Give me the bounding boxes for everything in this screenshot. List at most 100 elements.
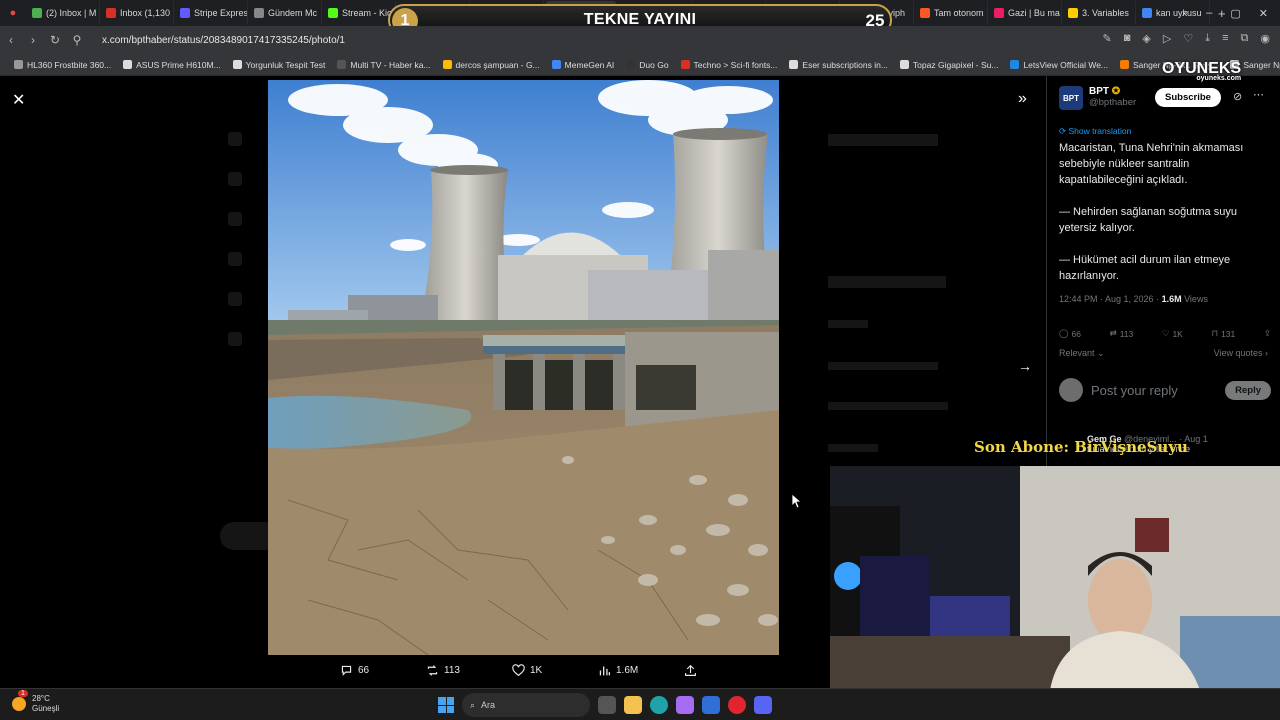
reply-icon [341, 665, 352, 676]
tab-favicon-icon [328, 8, 338, 18]
opera-icon[interactable] [728, 696, 746, 714]
bookmark-item[interactable]: MemeGen AI [546, 60, 621, 70]
menu-icon[interactable]: ≡ [1222, 32, 1228, 45]
like-button[interactable]: ♡ 1K [1162, 328, 1183, 339]
bookmark-favicon-icon [123, 60, 133, 69]
browser-tab[interactable]: Gündem Mc [248, 1, 322, 25]
media-views-button[interactable]: 1.6M [598, 664, 684, 677]
bookmark-item[interactable]: HL360 Frostbite 360... [8, 60, 117, 70]
browser-tab[interactable]: Stripe Expres [174, 1, 248, 25]
bookmark-item[interactable]: Topaz Gigapixel - Su... [894, 60, 1005, 70]
collapse-panel-icon[interactable]: » [1018, 90, 1027, 108]
browser-tab[interactable]: Tam otonom [914, 1, 988, 25]
task-view-icon[interactable] [598, 696, 616, 714]
user-avatar[interactable] [1059, 378, 1083, 402]
media-share-button[interactable] [684, 664, 770, 677]
bookmark-item[interactable]: ASUS Prime H610M... [117, 60, 227, 70]
sort-replies-dropdown[interactable]: Relevant ⌄ [1059, 348, 1105, 359]
profile-icon[interactable]: ◉ [1260, 32, 1270, 45]
bookmark-favicon-icon [626, 60, 636, 69]
bookmark-favicon-icon [680, 60, 690, 69]
copilot-icon[interactable] [676, 696, 694, 714]
bookmark-item[interactable]: Eser subscriptions in... [783, 60, 894, 70]
bookmark-favicon-icon [789, 60, 799, 69]
notification-badge: 1 [18, 690, 28, 697]
author-name[interactable]: BPT [1089, 86, 1109, 97]
sun-icon [12, 697, 26, 711]
shield-icon[interactable]: ◈ [1142, 32, 1150, 45]
forward-icon[interactable]: › [22, 33, 44, 47]
next-image-icon[interactable]: → [1018, 358, 1032, 374]
author-avatar[interactable]: BPT [1059, 86, 1083, 110]
bookmark-label: Multi TV - Haber ka... [350, 59, 431, 70]
bookmark-button[interactable]: ⊓ 131 [1211, 328, 1235, 339]
tab-favicon-icon [1068, 8, 1078, 18]
tab-label: Tam otonom [934, 8, 984, 18]
retweet-button[interactable]: ⇄ 113 [1110, 328, 1134, 339]
media-views-count: 1.6M [616, 665, 639, 676]
store-icon[interactable] [702, 696, 720, 714]
close-window-icon[interactable]: ✕ [1259, 7, 1268, 20]
bookmark-item[interactable]: Yorgunluk Tespit Test [227, 60, 332, 70]
reply-composer: Post your reply Reply [1059, 378, 1271, 402]
media-like-button[interactable]: 1K [512, 664, 598, 677]
grok-icon[interactable]: ⊘ [1233, 90, 1242, 103]
share-button[interactable]: ⇪ [1264, 328, 1271, 339]
media-like-count: 1K [530, 665, 543, 676]
tweet-author[interactable]: BPT BPT ✪ @bpthaber [1059, 86, 1136, 110]
author-handle[interactable]: @bpthaber [1089, 97, 1136, 108]
tab-favicon-icon [32, 8, 42, 18]
extensions-icon[interactable]: ⧉ [1241, 32, 1249, 45]
heart-icon [512, 664, 525, 677]
file-explorer-icon[interactable] [624, 696, 642, 714]
media-retweet-button[interactable]: 113 [426, 664, 512, 677]
edit-icon[interactable]: ✎ [1103, 32, 1112, 45]
discord-icon[interactable] [754, 696, 772, 714]
more-options-icon[interactable]: ⋯ [1253, 88, 1264, 101]
last-subscriber-overlay: Son Abone: BirVişneSuyu [974, 438, 1188, 456]
tab-label: (2) Inbox | M [46, 8, 97, 18]
bookmark-item[interactable]: LetsView Official We... [1004, 60, 1114, 70]
edge-icon[interactable] [650, 696, 668, 714]
maximize-icon[interactable]: ▢ [1230, 7, 1240, 20]
bookmark-label: HL360 Frostbite 360... [27, 59, 112, 70]
bookmark-label: Topaz Gigapixel - Su... [912, 59, 999, 70]
retweet-icon: ⇄ [1109, 328, 1117, 338]
download-icon[interactable]: ⤓ [1205, 32, 1210, 45]
browser-tab[interactable]: Gazi | Bu ma [988, 1, 1062, 25]
back-icon[interactable]: ‹ [0, 33, 22, 47]
browser-tab[interactable]: Inbox (1,130 [100, 1, 174, 25]
site-info-icon[interactable]: ⚲ [66, 33, 88, 47]
reply-button[interactable]: ◯ 66 [1059, 328, 1081, 339]
subscribe-button[interactable]: Subscribe [1155, 88, 1221, 107]
tweet-timestamp[interactable]: 12:44 PM · Aug 1, 2026 · [1059, 294, 1162, 304]
reply-submit-button[interactable]: Reply [1225, 380, 1271, 400]
url-field[interactable]: x.com/bpthaber/status/208348901741733524… [102, 35, 345, 46]
reply-input[interactable]: Post your reply [1091, 383, 1217, 398]
minimize-icon[interactable]: – [1206, 7, 1212, 19]
weather-widget[interactable]: 1 28°C Güneşli [12, 690, 60, 714]
close-viewer-icon[interactable]: ✕ [12, 90, 25, 110]
media-reply-button[interactable]: 66 [340, 664, 426, 677]
browser-tab[interactable]: (2) Inbox | M [26, 1, 100, 25]
play-icon[interactable]: ▷ [1163, 32, 1171, 45]
show-translation-link[interactable]: ⟳ Show translation [1059, 126, 1131, 137]
view-quotes-link[interactable]: View quotes › [1214, 348, 1268, 358]
share-icon: ⇪ [1263, 328, 1271, 338]
bookmark-item[interactable]: dercos şampuan - G... [437, 60, 546, 70]
reload-icon[interactable]: ↻ [44, 33, 66, 47]
taskbar-search[interactable]: ⌕ Ara [462, 693, 590, 717]
browser-tab[interactable]: 3. Variables [1062, 1, 1136, 25]
camera-icon[interactable]: ◙ [1124, 32, 1131, 45]
weather-condition: Güneşli [32, 704, 60, 713]
webcam-overlay [830, 466, 1280, 690]
bookmark-item[interactable]: Multi TV - Haber ka... [331, 60, 436, 70]
search-tabs-icon[interactable]: ⌕ [1182, 7, 1188, 20]
browser-menu-icon[interactable]: ● [0, 7, 26, 19]
bookmark-item[interactable]: Duo Go [620, 60, 674, 70]
share-icon [685, 664, 696, 676]
heart-icon[interactable]: ♡ [1183, 32, 1193, 45]
windows-start-icon[interactable] [438, 697, 454, 713]
bookmark-item[interactable]: Techno > Sci-fi fonts... [675, 60, 784, 70]
browser-tab[interactable]: Stream - Kick [322, 1, 396, 25]
